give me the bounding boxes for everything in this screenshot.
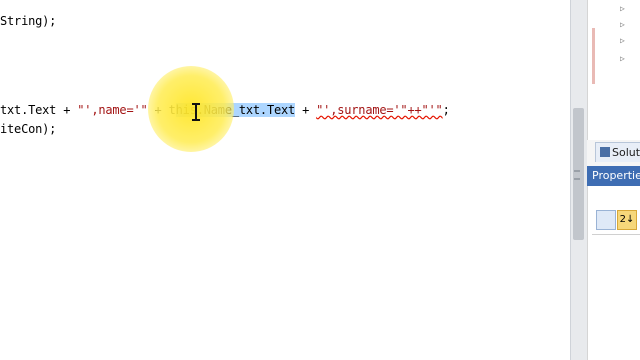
solution-explorer-tree[interactable]: ▷ ▷ ▷ ▷ [587,0,640,140]
code-line[interactable]: String); [0,13,56,30]
code-token: txt.Text + [0,103,78,117]
tree-expand-icon[interactable]: ▷ [620,54,625,63]
code-token: + [295,103,317,117]
solution-icon [600,147,610,157]
tree-expand-icon[interactable]: ▷ [620,20,625,29]
code-token: "',name='" [77,103,148,117]
text-cursor-icon [192,103,200,121]
code-editor[interactable]: String); txt.Text + "',name='" + this.Na… [0,0,570,360]
code-line[interactable]: iteCon); [0,121,56,138]
code-token: ; [442,103,450,117]
divider [592,234,640,235]
tree-expand-icon[interactable]: ▷ [620,4,625,13]
code-token: String); [0,14,57,28]
splitter-handle[interactable] [574,170,580,180]
cursor-highlight [148,66,234,152]
tab-solution-explorer[interactable]: Solut [595,142,640,162]
code-token: "',surname='"++"'" [316,103,443,117]
categorized-button[interactable] [596,210,616,230]
tree-expand-icon[interactable]: ▷ [620,36,625,45]
tool-window-panel: ▷ ▷ ▷ ▷ Solut Properties 2↓ [587,0,640,360]
tab-solution-explorer-label: Solut [612,146,640,159]
alphabetical-sort-button[interactable]: 2↓ [617,210,637,230]
properties-body: 2↓ [587,186,640,360]
code-token: iteCon); [0,122,57,136]
properties-header: Properties [587,166,640,186]
tree-indicator [592,28,595,84]
editor-vertical-scrollbar[interactable] [570,0,587,360]
